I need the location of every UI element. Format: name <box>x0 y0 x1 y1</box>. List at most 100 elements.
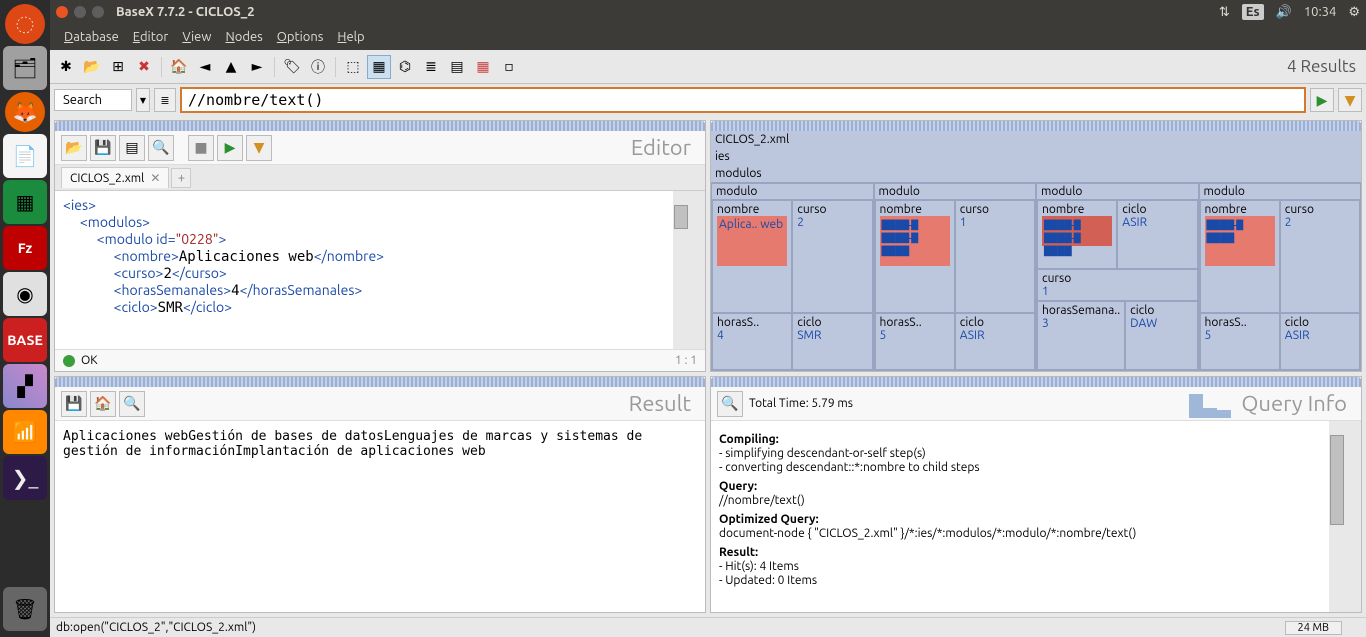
timing-chart <box>1189 394 1231 418</box>
search-mode-label: Search <box>54 89 132 111</box>
result-content[interactable]: Aplicaciones webGestión de bases de dato… <box>55 421 705 612</box>
tm-root[interactable]: CICLOS_2.xml <box>711 131 1361 148</box>
editor-view-icon[interactable]: ⬚ <box>341 55 365 79</box>
new-db-icon[interactable]: ✱ <box>54 55 78 79</box>
window-titlebar: BaseX 7.7.2 - CICLOS_2 ⇅ Es 🔊 10:34 ⚙ <box>50 0 1366 24</box>
sound-icon[interactable]: 🔊 <box>1276 5 1292 20</box>
tab-add-button[interactable]: + <box>171 168 191 188</box>
image-viewer-icon[interactable]: ◉ <box>3 272 47 316</box>
query-input[interactable] <box>180 87 1306 113</box>
up-icon[interactable]: ▲ <box>219 55 243 79</box>
result-panel: 💾 🏠 🔍 Result Aplicaciones webGestión de … <box>54 376 706 613</box>
keyboard-layout[interactable]: Es <box>1242 4 1264 20</box>
editor-content[interactable]: <ies> <modulos> <modulo id="0228"> <nomb… <box>55 191 705 349</box>
search-info-icon[interactable]: 🔍 <box>717 391 743 417</box>
basex-icon[interactable]: BASE <box>3 318 47 362</box>
tree-view-icon[interactable]: ⌬ <box>393 55 417 79</box>
unity-launcher: ◌ 🗂 🦊 📄 ▦ Fz ◉ BASE ▞ 📶 ❯_ 🗑 <box>0 0 50 637</box>
info-scrollbar[interactable] <box>1329 421 1345 612</box>
gear-icon[interactable]: ⚙ <box>1348 5 1360 20</box>
network-icon[interactable]: ⇅ <box>1219 5 1230 20</box>
menu-help[interactable]: Help <box>331 27 370 47</box>
editor-scrollbar[interactable] <box>673 191 689 349</box>
tm-modulo-2[interactable]: modulo nombre████ █ ████ █ ████ curso1 h… <box>874 183 1037 371</box>
notes-icon[interactable]: 📄 <box>3 134 47 178</box>
rss-icon[interactable]: 📶 <box>3 410 47 454</box>
cursor-position: 1 : 1 <box>675 354 697 367</box>
menu-editor[interactable]: Editor <box>127 27 175 47</box>
menu-options[interactable]: Options <box>271 27 330 47</box>
panel-grip[interactable] <box>711 121 1361 131</box>
panel-grip[interactable] <box>55 377 705 387</box>
open-icon[interactable]: 📂 <box>80 55 104 79</box>
close-button[interactable] <box>56 6 68 18</box>
search-bar: Search ▼ ≣ ▶ ▼ <box>50 84 1366 116</box>
status-ok-text: OK <box>81 354 98 367</box>
plot-view-icon[interactable]: ▤ <box>445 55 469 79</box>
save-result-icon[interactable]: 💾 <box>61 391 87 417</box>
filter-icon[interactable]: ▼ <box>246 135 272 161</box>
menu-bar: Database Editor View Nodes Options Help <box>50 24 1366 50</box>
home-icon[interactable]: 🏠 <box>167 55 191 79</box>
main-toolbar: ✱ 📂 ⊞ ✖ 🏠 ◄ ▲ ► 🏷 ⓘ ⬚ ▦ ⌬ ≣ ▤ ▦ ▫ 4 Resu… <box>50 50 1366 84</box>
status-ok-icon <box>63 355 75 367</box>
history-icon[interactable]: ▤ <box>119 135 145 161</box>
run-icon[interactable]: ▶ <box>217 135 243 161</box>
editor-tab[interactable]: CICLOS_2.xml ✕ <box>61 167 169 188</box>
files-icon[interactable]: 🗂 <box>3 46 47 90</box>
terminal-icon[interactable]: ❯_ <box>3 456 47 500</box>
workspaces-icon[interactable]: ▞ <box>3 364 47 408</box>
tm-modulo-1[interactable]: modulo nombreAplica.. web curso2 horasS.… <box>711 183 874 371</box>
results-count: 4 Results <box>1287 57 1362 76</box>
panel-grip[interactable] <box>55 121 705 131</box>
memory-indicator[interactable]: 24 MB <box>1285 621 1342 635</box>
result-title: Result <box>629 391 699 416</box>
explorer-view-icon[interactable]: ▫ <box>497 55 521 79</box>
query-info-content[interactable]: Compiling: - simplifying descendant-or-s… <box>711 421 1361 612</box>
maximize-button[interactable] <box>92 6 104 18</box>
treemap-panel: CICLOS_2.xml ies modulos modulo nombreAp… <box>710 120 1362 372</box>
open-file-icon[interactable]: 📂 <box>61 135 87 161</box>
clock[interactable]: 10:34 <box>1304 5 1337 19</box>
save-file-icon[interactable]: 💾 <box>90 135 116 161</box>
search-result-icon[interactable]: 🔍 <box>119 391 145 417</box>
rt-exec-icon[interactable]: 🏷 <box>280 55 304 79</box>
minimize-button[interactable] <box>74 6 86 18</box>
back-icon[interactable]: ◄ <box>193 55 217 79</box>
forward-icon[interactable]: ► <box>245 55 269 79</box>
tab-close-icon[interactable]: ✕ <box>150 171 160 185</box>
tm-ies[interactable]: ies <box>711 148 1361 165</box>
treemap-body[interactable]: CICLOS_2.xml ies modulos modulo nombreAp… <box>711 131 1361 371</box>
tm-modulos[interactable]: modulos <box>711 165 1361 182</box>
stop-icon[interactable]: ■ <box>188 135 214 161</box>
tab-label: CICLOS_2.xml <box>70 172 144 185</box>
query-info-title: Query Info <box>1241 391 1355 416</box>
tm-modulo-4[interactable]: modulo nombre████ █ ████ curso2 horasS..… <box>1199 183 1362 371</box>
history-button[interactable]: ≣ <box>154 88 176 112</box>
panel-grip[interactable] <box>711 377 1361 387</box>
find-icon[interactable]: 🔍 <box>148 135 174 161</box>
search-mode-dropdown[interactable]: ▼ <box>136 88 150 112</box>
menu-nodes[interactable]: Nodes <box>219 27 268 47</box>
status-text: db:open("CICLOS_2","CICLOS_2.xml") <box>56 621 256 634</box>
rt-filter-icon[interactable]: ⓘ <box>306 55 330 79</box>
properties-icon[interactable]: ⊞ <box>106 55 130 79</box>
libreoffice-calc-icon[interactable]: ▦ <box>3 180 47 224</box>
table-view-icon[interactable]: ▦ <box>471 55 495 79</box>
run-query-button[interactable]: ▶ <box>1310 88 1334 112</box>
tm-modulo-3[interactable]: modulo nombre████ █ ████ █ ████ cicloASI… <box>1036 183 1199 371</box>
editor-title: Editor <box>631 135 699 160</box>
ubuntu-dash-icon[interactable]: ◌ <box>5 4 45 44</box>
status-bar: db:open("CICLOS_2","CICLOS_2.xml") 24 MB <box>50 617 1366 637</box>
home-result-icon[interactable]: 🏠 <box>90 391 116 417</box>
close-db-icon[interactable]: ✖ <box>132 55 156 79</box>
trash-icon[interactable]: 🗑 <box>3 587 47 631</box>
menu-database[interactable]: Database <box>58 27 125 47</box>
map-view-icon[interactable]: ▦ <box>367 55 391 79</box>
window-controls <box>56 6 104 18</box>
filter-query-button[interactable]: ▼ <box>1338 88 1362 112</box>
filezilla-icon[interactable]: Fz <box>3 226 47 270</box>
firefox-icon[interactable]: 🦊 <box>5 92 45 132</box>
menu-view[interactable]: View <box>176 27 217 47</box>
folder-view-icon[interactable]: ≣ <box>419 55 443 79</box>
